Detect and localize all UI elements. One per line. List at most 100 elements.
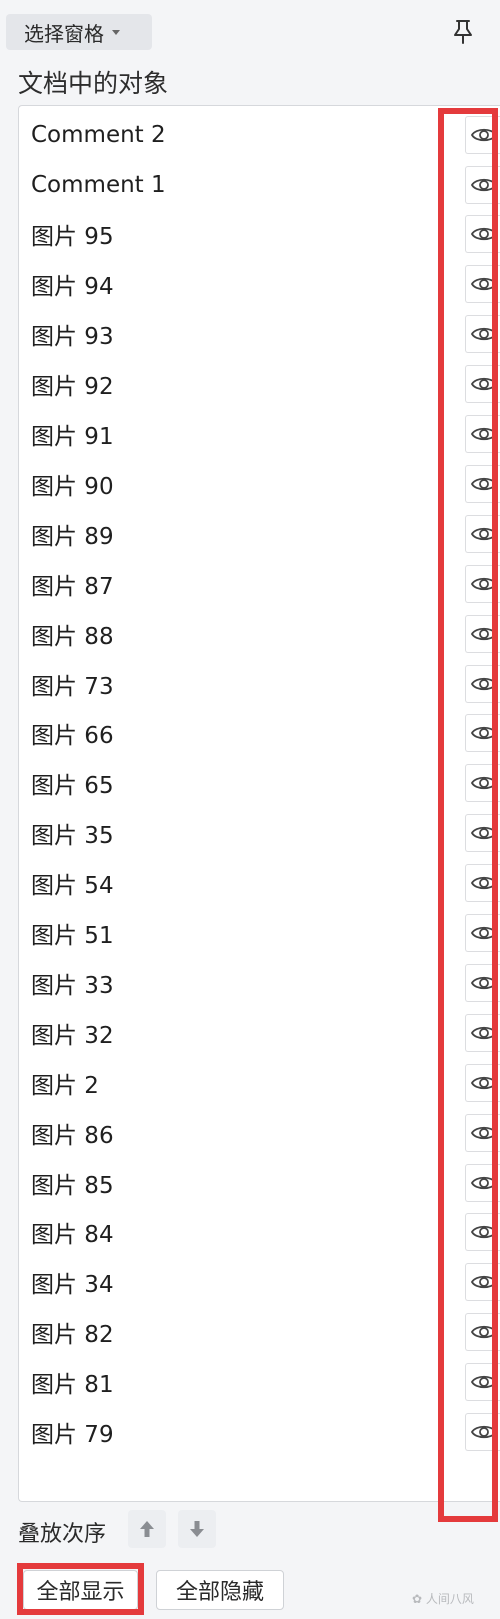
eye-icon: [470, 1326, 497, 1339]
visibility-toggle[interactable]: [465, 1263, 500, 1302]
eye-icon: [470, 976, 497, 990]
object-name: 图片 66: [31, 723, 114, 750]
objects-section-label: 文档中的对象: [18, 69, 169, 98]
object-row[interactable]: 图片 79: [19, 1406, 500, 1457]
pin-icon[interactable]: [448, 16, 478, 46]
object-row[interactable]: 图片 82: [19, 1307, 500, 1358]
object-name: 图片 91: [31, 424, 114, 451]
object-name: 图片 65: [31, 773, 114, 800]
object-name: 图片 73: [31, 673, 114, 700]
move-up-button[interactable]: [128, 1510, 166, 1548]
pane-header: 选择窗格: [0, 0, 500, 58]
visibility-toggle[interactable]: [465, 1163, 500, 1202]
object-row[interactable]: 图片 33: [19, 957, 500, 1008]
pane-title-dropdown[interactable]: 选择窗格: [6, 14, 152, 50]
object-row[interactable]: 图片 90: [19, 458, 500, 509]
object-row[interactable]: 图片 91: [19, 408, 500, 459]
visibility-toggle[interactable]: [465, 1363, 500, 1402]
visibility-toggle[interactable]: [465, 365, 500, 404]
object-name: 图片 54: [31, 873, 114, 900]
objects-list: Comment 2 Comment 1 图片 95 图片 94 图片 93 图片 92 图片…: [18, 105, 500, 1502]
visibility-toggle[interactable]: [465, 814, 500, 853]
object-row[interactable]: 图片 89: [19, 508, 500, 559]
object-name: 图片 86: [31, 1122, 114, 1149]
visibility-toggle[interactable]: [465, 115, 500, 154]
watermark: ✿ 人间八风: [412, 1590, 474, 1607]
eye-icon: [470, 926, 497, 940]
object-name: 图片 89: [31, 523, 114, 550]
object-row[interactable]: 图片 86: [19, 1107, 500, 1158]
arrow-up-icon: [140, 1521, 154, 1537]
visibility-toggle[interactable]: [465, 215, 500, 254]
visibility-toggle[interactable]: [465, 714, 500, 753]
eye-icon: [470, 178, 497, 191]
object-row[interactable]: 图片 54: [19, 858, 500, 909]
visibility-toggle[interactable]: [465, 664, 500, 703]
visibility-toggle[interactable]: [465, 1213, 500, 1252]
visibility-toggle[interactable]: [465, 1413, 500, 1452]
object-row[interactable]: 图片 94: [19, 259, 500, 310]
object-name: 图片 35: [31, 823, 114, 850]
visibility-toggle[interactable]: [465, 165, 500, 204]
object-name: 图片 92: [31, 374, 114, 401]
object-row[interactable]: 图片 66: [19, 708, 500, 759]
visibility-toggle[interactable]: [465, 914, 500, 953]
visibility-toggle[interactable]: [465, 265, 500, 304]
visibility-toggle[interactable]: [465, 464, 500, 503]
visibility-toggle[interactable]: [465, 963, 500, 1002]
object-name: 图片 87: [31, 573, 114, 600]
object-row[interactable]: 图片 85: [19, 1157, 500, 1208]
eye-icon: [470, 1276, 497, 1289]
eye-icon: [470, 477, 497, 491]
visibility-toggle[interactable]: [465, 614, 500, 653]
object-row[interactable]: 图片 84: [19, 1207, 500, 1258]
eye-icon: [470, 1176, 497, 1189]
object-row[interactable]: 图片 92: [19, 359, 500, 410]
eye-icon: [470, 777, 497, 790]
eye-icon: [470, 1226, 497, 1239]
visibility-toggle[interactable]: [465, 564, 500, 603]
object-row[interactable]: 图片 51: [19, 907, 500, 958]
object-row[interactable]: Comment 2: [19, 109, 500, 160]
visibility-toggle[interactable]: [465, 1013, 500, 1052]
eye-icon: [470, 827, 497, 840]
pane-title: 选择窗格: [24, 21, 104, 46]
object-name: 图片 95: [31, 224, 114, 251]
object-name: 图片 33: [31, 972, 114, 999]
eye-icon: [470, 228, 497, 241]
object-row[interactable]: 图片 2: [19, 1057, 500, 1108]
eye-icon: [470, 1076, 497, 1089]
object-row[interactable]: 图片 35: [19, 808, 500, 859]
object-name: 图片 93: [31, 324, 114, 351]
object-row[interactable]: 图片 93: [19, 309, 500, 360]
visibility-toggle[interactable]: [465, 864, 500, 903]
object-name: 图片 34: [31, 1272, 114, 1299]
object-name: 图片 79: [31, 1422, 114, 1449]
object-row[interactable]: 图片 65: [19, 758, 500, 809]
object-row[interactable]: 图片 81: [19, 1357, 500, 1408]
object-row[interactable]: 图片 87: [19, 558, 500, 609]
visibility-toggle[interactable]: [465, 415, 500, 454]
visibility-toggle[interactable]: [465, 764, 500, 803]
object-row[interactable]: Comment 1: [19, 159, 500, 210]
object-name: 图片 2: [31, 1072, 99, 1099]
object-row[interactable]: 图片 73: [19, 658, 500, 709]
visibility-toggle[interactable]: [465, 1313, 500, 1352]
move-down-button[interactable]: [178, 1510, 216, 1548]
hide-all-button[interactable]: 全部隐藏: [156, 1570, 284, 1610]
object-row[interactable]: 图片 88: [19, 608, 500, 659]
visibility-toggle[interactable]: [465, 315, 500, 354]
object-row[interactable]: 图片 34: [19, 1257, 500, 1308]
visibility-toggle[interactable]: [465, 1063, 500, 1102]
object-row[interactable]: 图片 95: [19, 209, 500, 260]
visibility-toggle[interactable]: [465, 1113, 500, 1152]
object-name: 图片 84: [31, 1222, 114, 1249]
show-all-button[interactable]: 全部显示: [23, 1570, 138, 1610]
eye-icon: [470, 278, 497, 291]
visibility-toggle[interactable]: [465, 514, 500, 553]
selection-pane: 选择窗格 文档中的对象 Comment 2 Comment 1 图片 95 图片 94…: [0, 0, 500, 1619]
object-name: 图片 88: [31, 623, 114, 650]
object-name: 图片 90: [31, 473, 114, 500]
eye-icon: [470, 1026, 497, 1040]
object-row[interactable]: 图片 32: [19, 1007, 500, 1058]
